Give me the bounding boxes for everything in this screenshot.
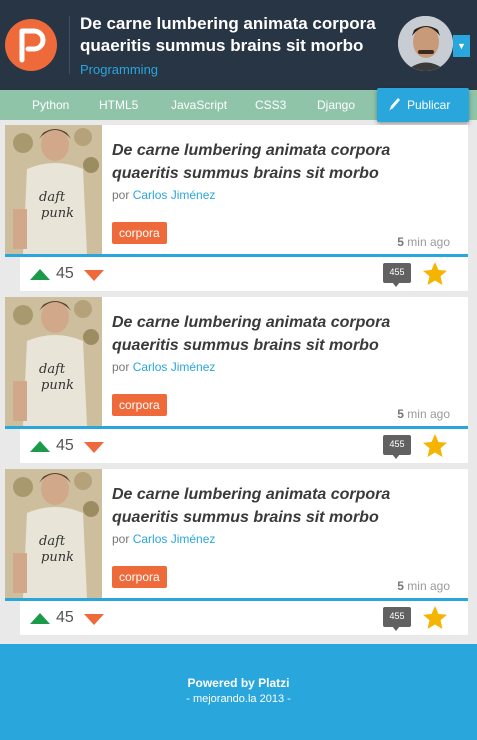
star-icon[interactable]	[422, 433, 448, 459]
post-time-unit: min ago	[407, 579, 450, 593]
nav-item-html5[interactable]: HTML5	[99, 90, 138, 120]
author-link[interactable]: Carlos Jiménez	[133, 532, 216, 546]
nav-item-css3[interactable]: CSS3	[255, 90, 286, 120]
star-icon[interactable]	[422, 605, 448, 631]
vote-count: 45	[56, 265, 74, 282]
post-title[interactable]: De carne lumbering animata corpora quaer…	[112, 483, 452, 529]
post-thumbnail-image: daft punk	[5, 125, 102, 254]
post-card: daft punk De carne lumbering animata cor…	[5, 297, 468, 464]
post-tag[interactable]: corpora	[112, 566, 167, 588]
post-author: por Carlos Jiménez	[112, 188, 215, 202]
arrow-down-icon[interactable]	[84, 442, 104, 453]
footer-powered[interactable]: Powered by Platzi	[0, 676, 477, 690]
platzi-logo[interactable]	[4, 18, 58, 72]
comment-bubble-icon[interactable]: 455	[383, 435, 411, 459]
arrow-up-icon[interactable]	[30, 269, 50, 280]
post-time-unit: min ago	[407, 407, 450, 421]
nav-item-python[interactable]: Python	[32, 90, 69, 120]
arrow-down-icon[interactable]	[84, 270, 104, 281]
post-time-unit: min ago	[407, 235, 450, 249]
pen-icon	[388, 98, 400, 113]
publish-button[interactable]: Publicar	[377, 88, 469, 122]
author-prefix: por	[112, 360, 130, 374]
author-link[interactable]: Carlos Jiménez	[133, 188, 216, 202]
footer-copyright: - mejorando.la 2013 -	[186, 693, 291, 705]
post-card: daft punk De carne lumbering animata cor…	[5, 125, 468, 292]
post-time: 5 min ago	[397, 235, 450, 249]
post-thumbnail[interactable]: daft punk	[5, 125, 102, 254]
post-thumbnail-image: daft punk	[5, 297, 102, 426]
category-link[interactable]: Programming	[80, 62, 158, 77]
header-divider	[69, 16, 70, 74]
svg-text:daft: daft	[39, 362, 66, 377]
post-time: 5 min ago	[397, 407, 450, 421]
post-time-number: 5	[397, 235, 404, 249]
post-thumbnail-image: daft punk	[5, 469, 102, 598]
post-card-body: daft punk De carne lumbering animata cor…	[5, 469, 468, 601]
author-prefix: por	[112, 532, 130, 546]
author-link[interactable]: Carlos Jiménez	[133, 360, 216, 374]
svg-text:daft: daft	[39, 190, 66, 205]
post-author: por Carlos Jiménez	[112, 532, 215, 546]
svg-text:daft: daft	[39, 534, 66, 549]
star-icon[interactable]	[422, 261, 448, 287]
arrow-up-icon[interactable]	[30, 613, 50, 624]
comment-bubble-icon[interactable]: 455	[383, 263, 411, 287]
arrow-up-icon[interactable]	[30, 441, 50, 452]
post-card-footer: 45 455	[20, 257, 468, 291]
post-time: 5 min ago	[397, 579, 450, 593]
post-card: daft punk De carne lumbering animata cor…	[5, 469, 468, 636]
post-tag[interactable]: corpora	[112, 222, 167, 244]
post-thumbnail[interactable]: daft punk	[5, 297, 102, 426]
page-title: De carne lumbering animata corpora quaer…	[80, 14, 376, 55]
post-card-footer: 45 455	[20, 429, 468, 463]
svg-text:punk: punk	[41, 550, 74, 565]
vote-count: 45	[56, 609, 74, 626]
app-header: De carne lumbering animata corpora quaer…	[0, 0, 477, 90]
page-footer: Powered by Platzi - mejorando.la 2013 -	[0, 644, 477, 740]
post-card-body: daft punk De carne lumbering animata cor…	[5, 125, 468, 257]
comment-bubble-icon[interactable]: 455	[383, 607, 411, 631]
nav-item-javascript[interactable]: JavaScript	[171, 90, 227, 120]
nav-item-django[interactable]: Django	[317, 90, 355, 120]
caret-down-icon[interactable]: ▼	[453, 35, 470, 57]
post-time-number: 5	[397, 579, 404, 593]
publish-label: Publicar	[407, 98, 451, 112]
post-title[interactable]: De carne lumbering animata corpora quaer…	[112, 139, 452, 185]
user-avatar-image	[398, 16, 453, 71]
post-card-footer: 45 455	[20, 601, 468, 635]
post-thumbnail[interactable]: daft punk	[5, 469, 102, 598]
post-card-body: daft punk De carne lumbering animata cor…	[5, 297, 468, 429]
arrow-down-icon[interactable]	[84, 614, 104, 625]
author-prefix: por	[112, 188, 130, 202]
post-time-number: 5	[397, 407, 404, 421]
svg-text:punk: punk	[41, 378, 74, 393]
post-author: por Carlos Jiménez	[112, 360, 215, 374]
post-title[interactable]: De carne lumbering animata corpora quaer…	[112, 311, 452, 357]
avatar[interactable]	[398, 16, 453, 71]
svg-text:punk: punk	[41, 206, 74, 221]
vote-count: 45	[56, 437, 74, 454]
post-tag[interactable]: corpora	[112, 394, 167, 416]
